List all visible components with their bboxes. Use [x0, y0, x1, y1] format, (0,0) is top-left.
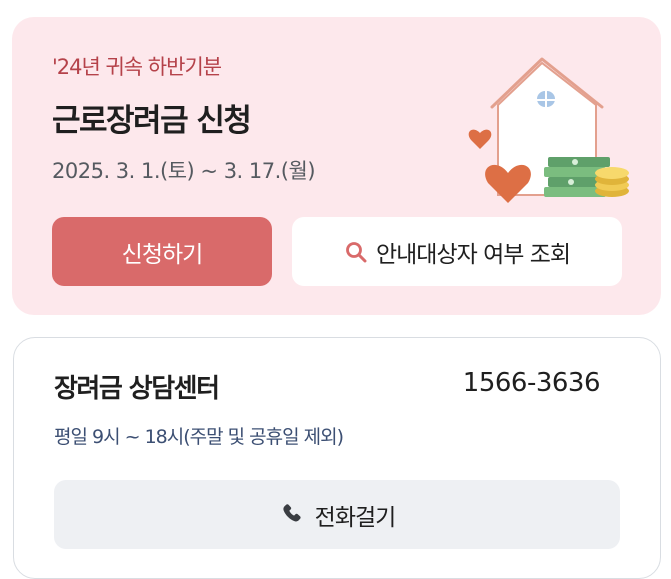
- call-button[interactable]: 전화걸기: [54, 480, 620, 549]
- promo-card: '24년 귀속 하반기분 근로장려금 신청 2025. 3. 1.(토) ~ 3…: [12, 17, 661, 315]
- application-period: 2025. 3. 1.(토) ~ 3. 17.(월): [52, 159, 316, 183]
- center-hours: 평일 9시 ~ 18시(주말 및 공휴일 제외): [54, 426, 344, 448]
- center-title: 장려금 상담센터: [54, 374, 220, 404]
- center-phone-number: 1566-3636: [462, 368, 601, 398]
- promo-subtitle: '24년 귀속 하반기분: [52, 55, 222, 79]
- call-button-label: 전화걸기: [314, 504, 397, 531]
- house-illustration: [468, 57, 629, 203]
- eligibility-lookup-button[interactable]: 안내대상자 여부 조회: [292, 217, 622, 286]
- promo-title: 근로장려금 신청: [52, 103, 252, 139]
- phone-icon: [279, 502, 305, 528]
- consultation-center-card: 장려금 상담센터 1566-3636 평일 9시 ~ 18시(주말 및 공휴일 …: [13, 337, 661, 579]
- eligibility-lookup-label: 안내대상자 여부 조회: [375, 241, 571, 268]
- apply-button[interactable]: 신청하기: [52, 217, 272, 286]
- search-icon: [344, 240, 368, 264]
